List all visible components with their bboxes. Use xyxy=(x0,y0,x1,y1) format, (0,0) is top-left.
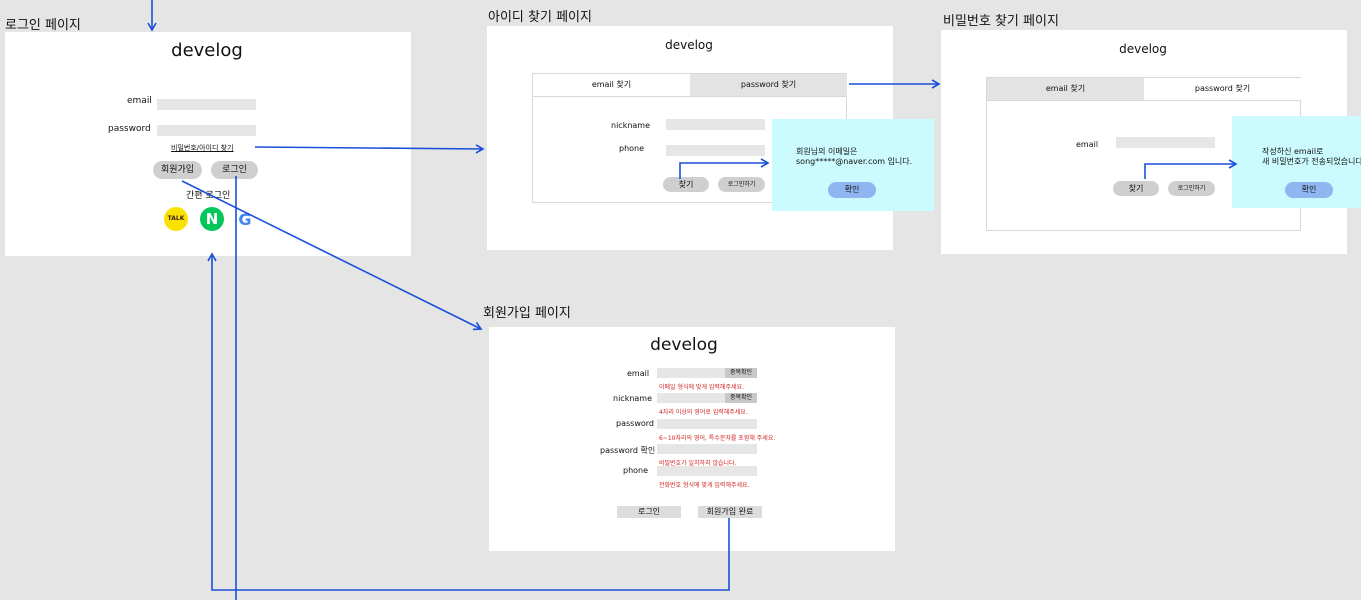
flow-arrows xyxy=(147,0,1238,600)
find-pw-result-arrow xyxy=(1144,159,1238,179)
signup-button-to-signup-page-arrow xyxy=(181,180,483,331)
find-link-to-find-id-arrow xyxy=(254,144,485,154)
signup-complete-to-login-arrow xyxy=(207,252,730,591)
find-id-result-arrow xyxy=(679,158,770,179)
